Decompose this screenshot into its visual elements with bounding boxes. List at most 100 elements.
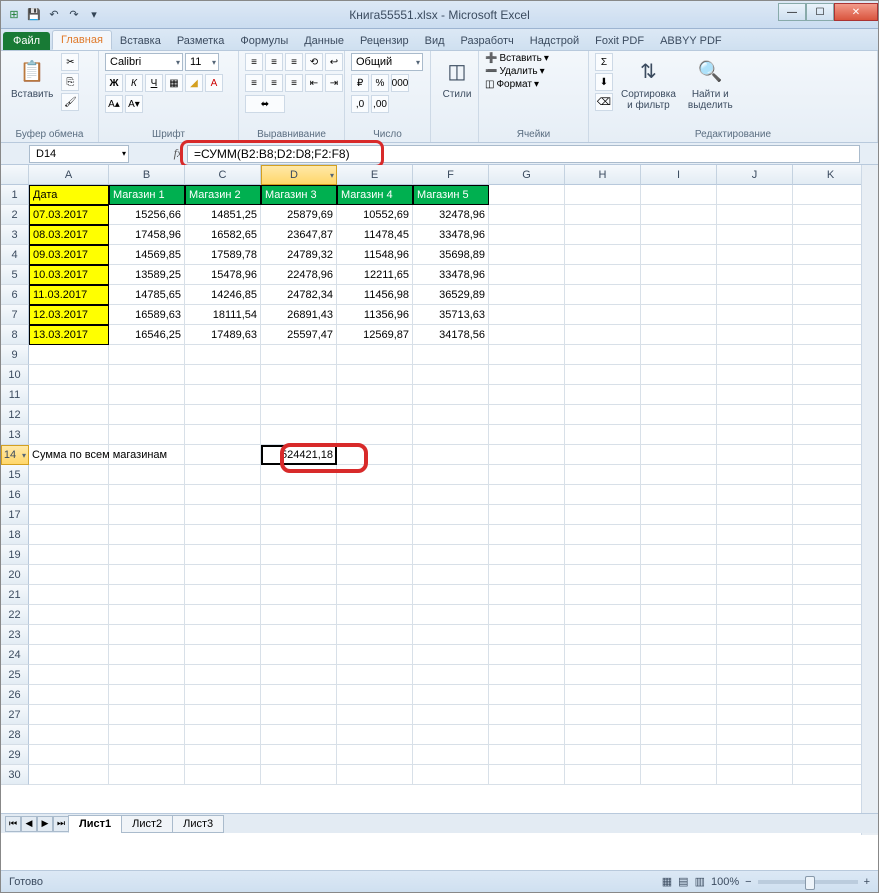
- cell[interactable]: [793, 205, 869, 225]
- tab-nav-next-icon[interactable]: ▶: [37, 816, 53, 832]
- cell[interactable]: [261, 565, 337, 585]
- cell[interactable]: [185, 405, 261, 425]
- cell[interactable]: [489, 585, 565, 605]
- cell[interactable]: [261, 665, 337, 685]
- cell[interactable]: [185, 385, 261, 405]
- cell[interactable]: [109, 725, 185, 745]
- font-size-select[interactable]: 11: [185, 53, 219, 71]
- redo-icon[interactable]: ↷: [65, 6, 83, 24]
- cell[interactable]: [717, 265, 793, 285]
- cell[interactable]: [185, 425, 261, 445]
- col-header[interactable]: I: [641, 165, 717, 185]
- cell[interactable]: [489, 685, 565, 705]
- wrap-text-icon[interactable]: ↩: [325, 53, 343, 71]
- cell[interactable]: [793, 285, 869, 305]
- tab-data[interactable]: Данные: [296, 32, 352, 50]
- merge-icon[interactable]: ⬌: [245, 95, 285, 113]
- cell[interactable]: [793, 625, 869, 645]
- cell[interactable]: 14785,65: [109, 285, 185, 305]
- cell[interactable]: [489, 465, 565, 485]
- cell[interactable]: [261, 625, 337, 645]
- cell[interactable]: [641, 345, 717, 365]
- copy-icon[interactable]: ⎘: [61, 73, 79, 91]
- cell[interactable]: [489, 385, 565, 405]
- cell[interactable]: [337, 545, 413, 565]
- cell[interactable]: [29, 365, 109, 385]
- cell[interactable]: [793, 665, 869, 685]
- cell[interactable]: 24782,34: [261, 285, 337, 305]
- cell[interactable]: [185, 745, 261, 765]
- cell[interactable]: [717, 425, 793, 445]
- cell[interactable]: [413, 485, 489, 505]
- cell[interactable]: [29, 765, 109, 785]
- cell[interactable]: [185, 625, 261, 645]
- row-header[interactable]: 1: [1, 185, 29, 205]
- cell[interactable]: [565, 445, 641, 465]
- cell[interactable]: 16582,65: [185, 225, 261, 245]
- decrease-indent-icon[interactable]: ⇤: [305, 74, 323, 92]
- cell[interactable]: [109, 745, 185, 765]
- cell[interactable]: [109, 465, 185, 485]
- cell[interactable]: [185, 685, 261, 705]
- row-header[interactable]: 19: [1, 545, 29, 565]
- cell[interactable]: [717, 745, 793, 765]
- align-center-icon[interactable]: ≡: [265, 74, 283, 92]
- col-header[interactable]: J: [717, 165, 793, 185]
- cell[interactable]: 12569,87: [337, 325, 413, 345]
- cell[interactable]: [489, 285, 565, 305]
- cell[interactable]: 35713,63: [413, 305, 489, 325]
- cell[interactable]: [261, 465, 337, 485]
- cell[interactable]: [641, 445, 717, 465]
- cell[interactable]: [185, 505, 261, 525]
- cell[interactable]: [489, 225, 565, 245]
- font-color-button[interactable]: A: [205, 74, 223, 92]
- cell[interactable]: [337, 465, 413, 485]
- orientation-icon[interactable]: ⟲: [305, 53, 323, 71]
- cell[interactable]: [185, 525, 261, 545]
- cell[interactable]: [793, 525, 869, 545]
- cell[interactable]: 11356,96: [337, 305, 413, 325]
- cell[interactable]: [565, 345, 641, 365]
- autosum-icon[interactable]: Σ: [595, 53, 613, 71]
- cell[interactable]: [337, 765, 413, 785]
- col-header[interactable]: H: [565, 165, 641, 185]
- select-all-corner[interactable]: [1, 165, 29, 185]
- cell[interactable]: [489, 665, 565, 685]
- align-top-icon[interactable]: ≡: [245, 53, 263, 71]
- cell[interactable]: [565, 585, 641, 605]
- tab-developer[interactable]: Разработч: [453, 32, 522, 50]
- cell[interactable]: [413, 565, 489, 585]
- decrease-font-icon[interactable]: A▾: [125, 95, 143, 113]
- row-header[interactable]: 23: [1, 625, 29, 645]
- cell[interactable]: [793, 485, 869, 505]
- row-header[interactable]: 2: [1, 205, 29, 225]
- fill-icon[interactable]: ⬇: [595, 73, 613, 91]
- row-header[interactable]: 22: [1, 605, 29, 625]
- minimize-button[interactable]: —: [778, 3, 806, 21]
- save-icon[interactable]: 💾: [25, 6, 43, 24]
- row-header[interactable]: 25: [1, 665, 29, 685]
- comma-icon[interactable]: 000: [391, 74, 409, 92]
- cell[interactable]: 32478,96: [413, 205, 489, 225]
- cell[interactable]: [717, 685, 793, 705]
- cell[interactable]: [185, 645, 261, 665]
- cell[interactable]: [793, 325, 869, 345]
- increase-decimal-icon[interactable]: ,0: [351, 95, 369, 113]
- cell[interactable]: 14569,85: [109, 245, 185, 265]
- view-page-icon[interactable]: ▤: [678, 875, 688, 888]
- cell[interactable]: [109, 545, 185, 565]
- cell[interactable]: [717, 605, 793, 625]
- cell[interactable]: [717, 465, 793, 485]
- cell[interactable]: [261, 405, 337, 425]
- cell[interactable]: [109, 605, 185, 625]
- cell[interactable]: [565, 285, 641, 305]
- cell[interactable]: [29, 465, 109, 485]
- qa-dropdown-icon[interactable]: ▾: [85, 6, 103, 24]
- cell[interactable]: Магазин 1: [109, 185, 185, 205]
- cell[interactable]: [337, 505, 413, 525]
- cell[interactable]: [489, 705, 565, 725]
- row-header[interactable]: 14: [1, 445, 29, 465]
- cell[interactable]: [641, 685, 717, 705]
- cell[interactable]: 35698,89: [413, 245, 489, 265]
- cell[interactable]: 33478,96: [413, 265, 489, 285]
